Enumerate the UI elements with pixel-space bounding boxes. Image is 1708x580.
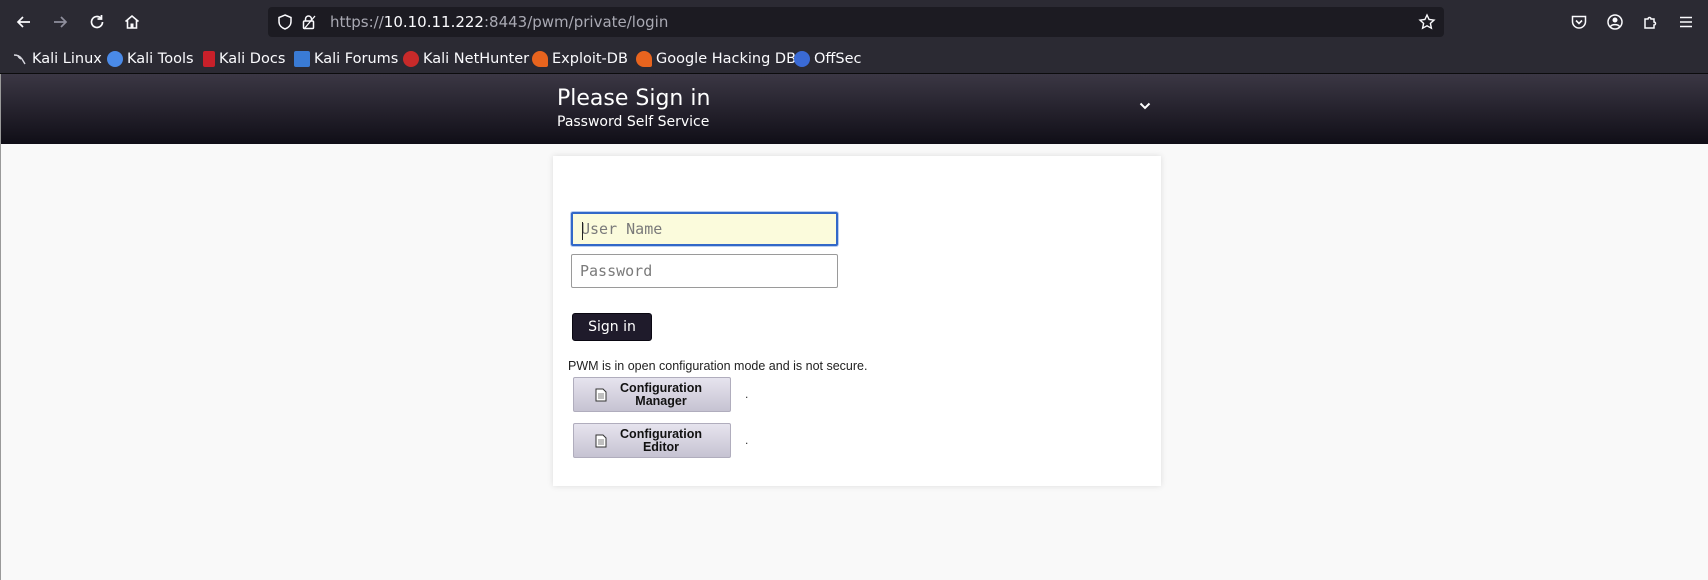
extensions-button[interactable] — [1637, 8, 1665, 36]
configuration-manager-label: Configuration Manager — [620, 380, 702, 408]
configuration-editor-trailing: . — [745, 433, 749, 447]
page-title: Please Sign in — [557, 86, 711, 111]
login-panel: Sign in PWM is in open configuration mod… — [553, 156, 1161, 486]
bookmark-google-hacking-db[interactable]: Google Hacking DB — [636, 48, 796, 70]
password-field[interactable] — [571, 254, 838, 288]
bookmark-kali-tools[interactable]: Kali Tools — [107, 48, 194, 70]
browser-toolbar: https://10.10.11.222:8443/pwm/private/lo… — [0, 0, 1708, 44]
configuration-editor-button[interactable]: Configuration Editor — [573, 423, 731, 458]
bookmark-kali-forums[interactable]: Kali Forums — [294, 48, 398, 70]
bookmark-label: Kali Forums — [314, 51, 399, 67]
ghdb-icon — [636, 51, 652, 67]
account-icon — [1607, 14, 1623, 30]
bookmark-label: Google Hacking DB — [656, 51, 797, 67]
document-icon — [595, 388, 607, 401]
bookmark-label: Kali Linux — [32, 51, 102, 67]
kali-tools-icon — [107, 51, 123, 67]
url-protocol: https:// — [330, 13, 384, 31]
hamburger-icon — [1680, 16, 1692, 28]
shield-icon[interactable] — [276, 13, 294, 31]
kali-forums-icon — [294, 51, 310, 67]
home-button[interactable] — [118, 8, 146, 36]
account-button[interactable] — [1601, 8, 1629, 36]
exploit-db-icon — [532, 51, 548, 67]
nethunter-icon — [403, 51, 419, 67]
configuration-manager-trailing: . — [745, 387, 749, 401]
text-cursor — [582, 222, 583, 240]
configuration-manager-button[interactable]: Configuration Manager — [573, 377, 731, 412]
menu-button[interactable] — [1672, 8, 1700, 36]
kali-dragon-icon — [12, 51, 28, 67]
username-field[interactable] — [571, 212, 838, 246]
bookmark-label: OffSec — [814, 51, 862, 67]
back-arrow-icon — [16, 16, 30, 28]
url-bar[interactable]: https://10.10.11.222:8443/pwm/private/lo… — [268, 7, 1444, 37]
kali-docs-icon — [203, 51, 215, 67]
url-path: :8443/pwm/private/login — [483, 13, 669, 31]
config-mode-notice: PWM is in open configuration mode and is… — [568, 359, 868, 373]
header-menu-toggle[interactable] — [1135, 96, 1155, 116]
puzzle-icon — [1644, 16, 1657, 29]
pocket-icon — [1571, 15, 1587, 29]
lock-warning-icon[interactable] — [300, 13, 318, 31]
url-text[interactable]: https://10.10.11.222:8443/pwm/private/lo… — [330, 13, 668, 31]
bookmarks-toolbar: Kali Linux Kali Tools Kali Docs Kali For… — [0, 44, 1708, 74]
signin-button[interactable]: Sign in — [572, 313, 652, 341]
bookmark-label: Exploit-DB — [552, 51, 628, 67]
url-host: 10.10.11.222 — [383, 13, 484, 31]
bookmark-label: Kali Tools — [127, 51, 194, 67]
home-icon — [124, 14, 140, 29]
page-header: Please Sign in Password Self Service — [1, 74, 1708, 144]
reload-button[interactable] — [83, 8, 111, 36]
offsec-icon — [794, 51, 810, 67]
page-subtitle: Password Self Service — [557, 114, 710, 130]
reload-icon — [90, 15, 104, 29]
bookmark-label: Kali Docs — [219, 51, 286, 67]
back-button[interactable] — [10, 8, 38, 36]
configuration-editor-label: Configuration Editor — [620, 426, 702, 454]
bookmark-offsec[interactable]: OffSec — [794, 48, 862, 70]
bookmark-exploit-db[interactable]: Exploit-DB — [532, 48, 628, 70]
forward-button[interactable] — [46, 8, 74, 36]
document-icon — [595, 434, 607, 447]
bookmark-kali-nethunter[interactable]: Kali NetHunter — [403, 48, 529, 70]
pocket-button[interactable] — [1565, 8, 1593, 36]
bookmark-label: Kali NetHunter — [423, 51, 530, 67]
bookmark-kali-docs[interactable]: Kali Docs — [203, 48, 285, 70]
bookmark-kali-linux[interactable]: Kali Linux — [12, 48, 102, 70]
page-content: Please Sign in Password Self Service Sig… — [0, 74, 1708, 580]
bookmark-star-icon[interactable] — [1418, 13, 1436, 31]
forward-arrow-icon — [54, 16, 68, 28]
chevron-down-icon — [1139, 102, 1151, 110]
